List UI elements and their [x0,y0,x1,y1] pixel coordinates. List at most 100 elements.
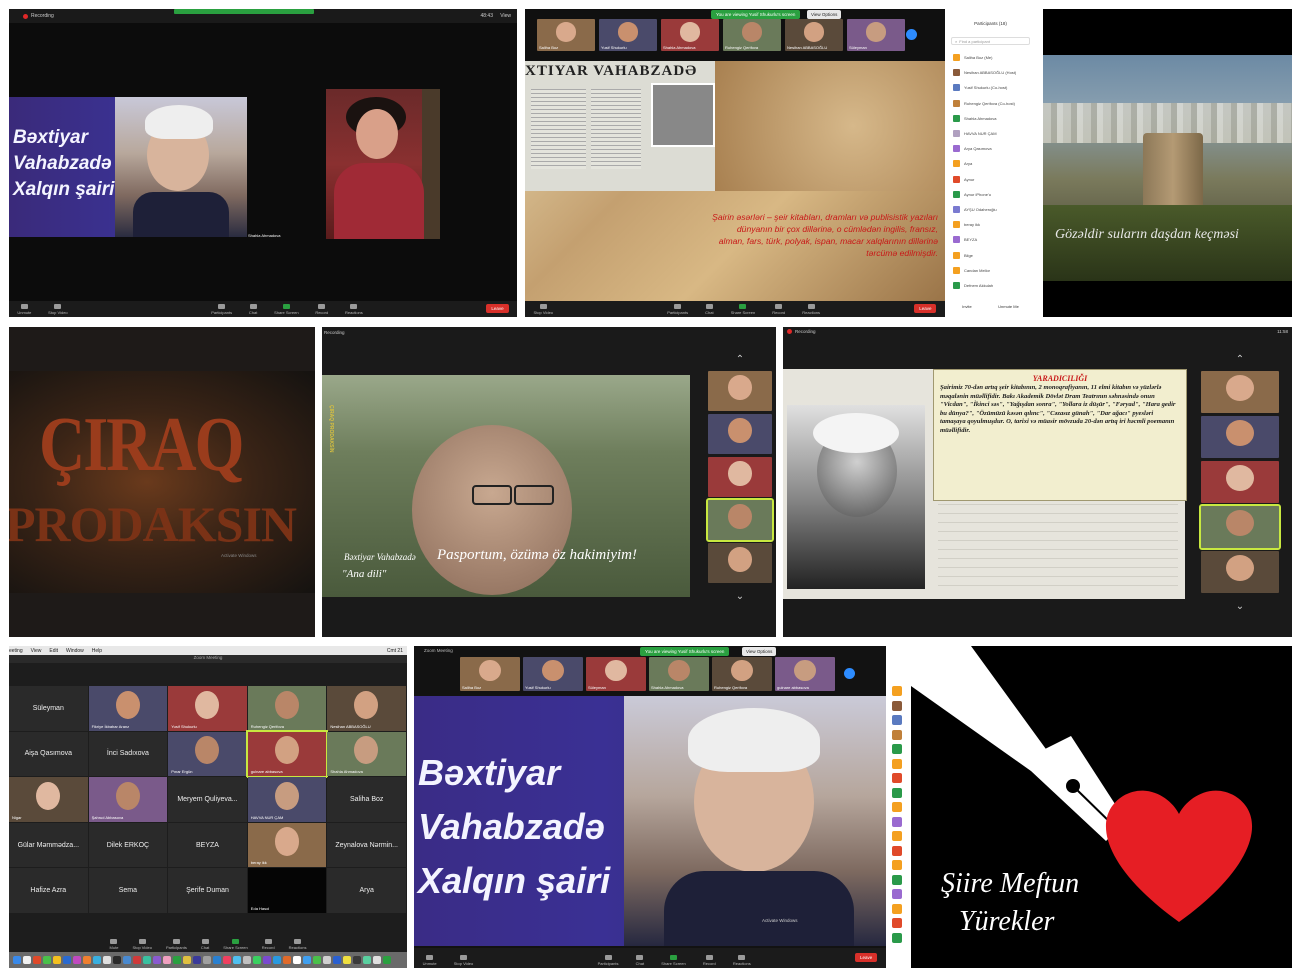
chat-button[interactable]: Chat [705,304,714,315]
participant-row[interactable]: Saliha Boz (Me) [953,53,1032,62]
dock-app-icon[interactable] [233,956,241,964]
share-screen-button[interactable]: Share Screen [223,939,248,950]
dock-app-icon[interactable] [183,956,191,964]
participant-thumbnail[interactable] [708,371,772,411]
leave-button[interactable]: Leave [486,303,509,313]
participant-row[interactable]: Defnem Akkulah [953,281,1032,290]
dock-app-icon[interactable] [163,956,171,964]
reactions-button[interactable]: Reactions [802,304,820,315]
participant-thumbnail[interactable] [708,457,772,497]
unmute-button[interactable]: Unmute [17,304,31,315]
dock-app-icon[interactable] [73,956,81,964]
participant-avatar[interactable] [892,773,902,783]
dock-app-icon[interactable] [213,956,221,964]
gallery-tile[interactable]: Eda Hasol [247,868,327,913]
participant-avatar[interactable] [892,729,902,740]
chat-button[interactable]: Chat [249,304,257,315]
menu-edit[interactable]: Edit [49,648,58,654]
participant-avatar[interactable] [892,787,902,798]
dock-app-icon[interactable] [343,956,351,964]
dock-app-icon[interactable] [153,956,161,964]
participant-avatar[interactable] [892,816,902,827]
participant-thumbnail[interactable]: Süleyman [847,19,905,51]
gallery-tile[interactable]: Aişa Qasımova [9,731,88,777]
participant-avatar[interactable] [892,700,902,711]
participant-thumbnail[interactable]: Saliha Boz [537,19,595,51]
gallery-tile[interactable]: Saliha Boz [327,777,406,822]
participant-row[interactable]: Arya [953,159,1032,168]
gallery-tile[interactable]: Şerife Duman [168,868,247,913]
dock-app-icon[interactable] [23,956,31,964]
dock-app-icon[interactable] [43,956,51,964]
dock-app-icon[interactable] [253,956,261,964]
dock-app-icon[interactable] [63,956,71,964]
gallery-tile[interactable]: İnci Sadıxova [88,731,168,777]
participant-thumbnail[interactable]: Shahla Ahmadova [661,19,719,51]
leave-button[interactable]: Leave [914,303,937,313]
participant-avatar[interactable] [892,744,902,754]
scroll-down-icon[interactable]: ⌄ [1235,602,1245,612]
participant-row[interactable]: Shahla Ahmadova [953,114,1032,123]
participant-thumbnail[interactable] [1201,551,1279,593]
participant-thumbnail[interactable]: Nesihan ABBASOĞLU [785,19,843,51]
participant-thumbnail[interactable] [706,498,774,542]
participant-thumbnail[interactable] [708,543,772,583]
dock-app-icon[interactable] [283,956,291,964]
dock-app-icon[interactable] [323,956,331,964]
participant-row[interactable]: Yusif Shukurlu (Co-host) [953,83,1032,92]
dock-app-icon[interactable] [243,956,251,964]
participant-row[interactable]: AYŞU Odaheroğlu [953,205,1032,214]
record-button[interactable]: Record [315,304,328,315]
participant-row[interactable]: BEYZA [953,235,1032,244]
stop-video-button[interactable]: Stop Video [48,304,68,315]
participant-row[interactable]: Ruhengiz Qerifova (Co-host) [953,99,1032,108]
gallery-tile[interactable]: Yusif Shukurlu [168,686,247,731]
participant-thumbnail[interactable]: Yusif Shukurlu [523,657,583,691]
gallery-tile[interactable]: HAVVA NUR ÇAM [247,777,327,822]
participant-thumbnail[interactable]: Süleyman [586,657,646,691]
next-page-icon[interactable] [906,29,917,40]
share-screen-button[interactable]: Share Screen [661,955,686,966]
dock-app-icon[interactable] [123,956,131,964]
invite-button[interactable]: Invite [962,304,972,309]
reactions-button[interactable]: Reactions [345,304,363,315]
participant-thumbnail[interactable]: Ruhengiz Qerifova [712,657,772,691]
gallery-tile[interactable]: Nesihan ABBASOĞLU [327,686,406,731]
dock-app-icon[interactable] [373,956,381,964]
participant-avatar[interactable] [892,889,902,899]
participant-row[interactable]: beray ikk [953,220,1032,229]
leave-button[interactable]: Leave [855,952,878,962]
gallery-tile[interactable]: Meryem Quliyeva... [168,777,247,822]
gallery-tile[interactable]: Ruhengiz Qerifova [247,686,327,731]
participant-thumbnail[interactable]: gulnare abbasova [775,657,835,691]
dock-app-icon[interactable] [173,956,181,964]
gallery-tile[interactable]: Gülar Məmmədza... [9,822,88,868]
stop-video-button[interactable]: Stop Video [454,955,473,966]
dock-app-icon[interactable] [363,956,371,964]
dock-app-icon[interactable] [33,956,41,964]
dock-app-icon[interactable] [333,956,341,964]
gallery-tile[interactable]: Zeynalova Nərmin... [327,822,406,868]
view-options-button[interactable]: View Options [807,10,842,19]
participant-row[interactable]: Candan Mellor [953,266,1032,275]
gallery-tile[interactable]: gulnare abbasova [245,729,329,779]
gallery-tile[interactable]: Fikriye İkbahar Aranz [88,686,168,731]
menu-window[interactable]: Window [66,648,84,654]
unmute-me-button[interactable]: Unmute Me [998,304,1019,309]
dock-app-icon[interactable] [13,956,21,964]
share-screen-button[interactable]: Share Screen [274,304,299,315]
dock-app-icon[interactable] [273,956,281,964]
dock-app-icon[interactable] [303,956,311,964]
dock-app-icon[interactable] [203,956,211,964]
dock-app-icon[interactable] [143,956,151,964]
chat-button[interactable]: Chat [201,939,209,950]
dock-app-icon[interactable] [93,956,101,964]
participant-thumbnail[interactable]: Saliha Boz [460,657,520,691]
gallery-tile[interactable]: Nigar [9,777,88,822]
dock-app-icon[interactable] [113,956,121,964]
participant-row[interactable]: Bilge [953,251,1032,260]
gallery-tile[interactable]: Shahla Ahmadova [327,731,406,777]
participant-thumbnail[interactable] [1201,461,1279,503]
menu-meeting[interactable]: eeting [9,648,23,654]
participant-search[interactable]: ⌕ Find a participant [951,37,1030,45]
